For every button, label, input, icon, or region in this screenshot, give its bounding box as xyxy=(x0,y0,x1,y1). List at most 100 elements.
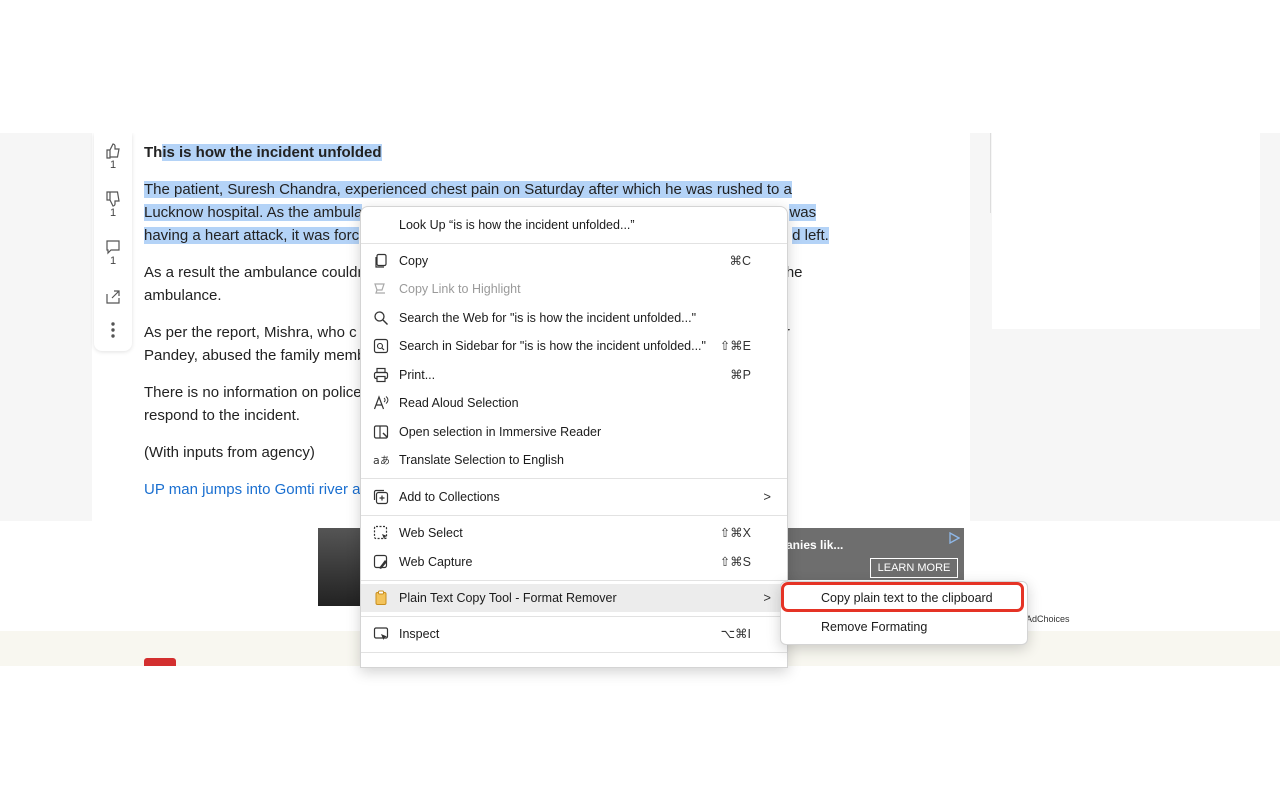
menu-shortcut: ⌘P xyxy=(730,368,751,382)
menu-item-immersive-reader[interactable]: Open selection in Immersive Reader xyxy=(361,418,787,446)
menu-item-label: Read Aloud Selection xyxy=(399,396,519,410)
web-capture-icon xyxy=(373,554,388,569)
print-icon xyxy=(373,367,389,383)
search-icon xyxy=(374,311,388,325)
related-article-link[interactable]: UP man jumps into Gomti river a xyxy=(144,481,360,498)
menu-separator xyxy=(361,616,787,617)
menu-separator xyxy=(361,515,787,516)
menu-item-label: Print... xyxy=(399,368,436,382)
menu-item-web-capture[interactable]: Web Capture ⇧⌘S xyxy=(361,548,787,576)
menu-item-add-collections[interactable]: Add to Collections > xyxy=(361,483,787,511)
ad-choices-link[interactable]: AdChoices xyxy=(1026,614,1070,624)
ad-text: anies lik... xyxy=(786,538,844,552)
menu-item-label: Web Select xyxy=(399,526,463,540)
thumbs-down-icon xyxy=(106,191,120,207)
learn-more-button[interactable]: LEARN MORE xyxy=(870,558,958,578)
menu-item-look-up[interactable]: Look Up “is is how the incident unfolded… xyxy=(361,211,787,239)
heading-selected-text: is is how the incident unfolded xyxy=(162,144,382,161)
menu-item-plain-text-copy-tool[interactable]: Plain Text Copy Tool - Format Remover > xyxy=(361,584,787,612)
menu-item-label: Copy xyxy=(399,254,429,268)
right-divider xyxy=(990,133,991,213)
submenu-item-remove-formatting[interactable]: Remove Formating xyxy=(781,613,1027,641)
paragraph-text: The patient, Suresh Chandra, experienced… xyxy=(144,181,792,198)
collections-icon xyxy=(373,489,389,505)
paragraph-text: As a result the ambulance couldn xyxy=(144,264,366,281)
menu-item-copy-link-highlight: Copy Link to Highlight xyxy=(361,275,787,303)
more-options-button[interactable] xyxy=(94,321,132,339)
brand-tile xyxy=(144,658,176,666)
menu-item-label: Search in Sidebar for "is is how the inc… xyxy=(399,339,706,353)
dislike-count: 1 xyxy=(109,207,117,219)
menu-shortcut: ⇧⌘S xyxy=(719,555,751,569)
svg-text:あ: あ xyxy=(380,455,389,467)
translate-icon: aあ xyxy=(373,454,389,467)
menu-item-label: Add to Collections xyxy=(399,490,500,504)
highlight-annotation xyxy=(781,582,1024,612)
comment-icon xyxy=(106,240,120,255)
menu-item-label: Inspect xyxy=(399,627,440,641)
context-menu: Look Up “is is how the incident unfolded… xyxy=(360,206,788,668)
menu-shortcut: ⌘C xyxy=(729,254,751,268)
web-select-icon xyxy=(373,525,388,540)
menu-item-label: Search the Web for "is is how the incide… xyxy=(399,311,697,325)
more-vertical-icon xyxy=(111,322,115,338)
menu-item-label: Web Capture xyxy=(399,555,473,569)
comment-button[interactable]: 1 xyxy=(94,239,132,267)
paragraph-text: he xyxy=(785,264,803,281)
link-highlight-icon xyxy=(374,283,385,294)
submenu-item-label: Remove Formating xyxy=(821,620,928,634)
menu-separator xyxy=(361,478,787,479)
paragraph-text: Lucknow hospital. As the ambula xyxy=(144,204,363,221)
paragraph-text: There is no information on police xyxy=(144,384,362,401)
menu-separator xyxy=(361,652,787,653)
paragraph-text: d left. xyxy=(792,227,829,244)
menu-item-print[interactable]: Print... ⌘P xyxy=(361,361,787,389)
section-heading: This is how the incident unfolded xyxy=(144,141,834,164)
menu-item-search-web[interactable]: Search the Web for "is is how the incide… xyxy=(361,304,787,332)
menu-separator xyxy=(361,580,787,581)
ad-banner[interactable]: anies lik... LEARN MORE xyxy=(786,528,964,580)
ad-info-icon[interactable] xyxy=(948,532,960,544)
menu-item-label: Plain Text Copy Tool - Format Remover xyxy=(399,591,617,605)
like-count: 1 xyxy=(109,159,117,171)
read-aloud-icon xyxy=(373,395,389,410)
ad-image[interactable] xyxy=(318,528,362,606)
reaction-bar: 1 1 1 xyxy=(94,133,132,351)
paragraph-text: As per the report, Mishra, who c xyxy=(144,324,357,341)
menu-item-web-select[interactable]: Web Select ⇧⌘X xyxy=(361,519,787,547)
paragraph-text: Pandey, abused the family memb xyxy=(144,347,366,364)
paragraph-text: respond to the incident. xyxy=(144,407,300,424)
menu-item-read-aloud[interactable]: Read Aloud Selection xyxy=(361,389,787,417)
menu-item-label: Look Up “is is how the incident unfolded… xyxy=(399,218,635,232)
heading-text: Th xyxy=(144,144,163,161)
right-panel xyxy=(992,133,1260,329)
immersive-reader-icon xyxy=(373,425,389,439)
chevron-right-icon: > xyxy=(763,590,771,605)
clipboard-extension-icon xyxy=(375,590,387,605)
paragraph-text: having a heart attack, it was forc xyxy=(144,227,360,244)
menu-item-translate[interactable]: aあ Translate Selection to English xyxy=(361,446,787,474)
sidebar-search-icon xyxy=(373,338,389,354)
copy-icon xyxy=(375,253,387,268)
menu-shortcut: ⇧⌘X xyxy=(719,526,751,540)
menu-item-label: Open selection in Immersive Reader xyxy=(399,425,602,439)
inspect-icon xyxy=(373,627,389,640)
svg-text:a: a xyxy=(373,454,380,467)
menu-shortcut: ⇧⌘E xyxy=(719,339,751,353)
share-icon xyxy=(106,290,120,304)
menu-separator xyxy=(361,243,787,244)
dislike-button[interactable]: 1 xyxy=(94,191,132,219)
menu-shortcut: ⌥⌘I xyxy=(720,627,751,641)
paragraph-text: was xyxy=(789,204,817,221)
thumbs-up-icon xyxy=(106,143,120,159)
paragraph-text: ambulance. xyxy=(144,287,222,304)
menu-item-search-sidebar[interactable]: Search in Sidebar for "is is how the inc… xyxy=(361,332,787,360)
like-button[interactable]: 1 xyxy=(94,143,132,171)
menu-item-label: Copy Link to Highlight xyxy=(399,282,521,296)
chevron-right-icon: > xyxy=(763,489,771,504)
menu-item-label: Translate Selection to English xyxy=(399,453,564,467)
share-button[interactable] xyxy=(94,289,132,305)
comment-count: 1 xyxy=(109,255,117,267)
menu-item-copy[interactable]: Copy ⌘C xyxy=(361,247,787,275)
menu-item-inspect[interactable]: Inspect ⌥⌘I xyxy=(361,620,787,648)
